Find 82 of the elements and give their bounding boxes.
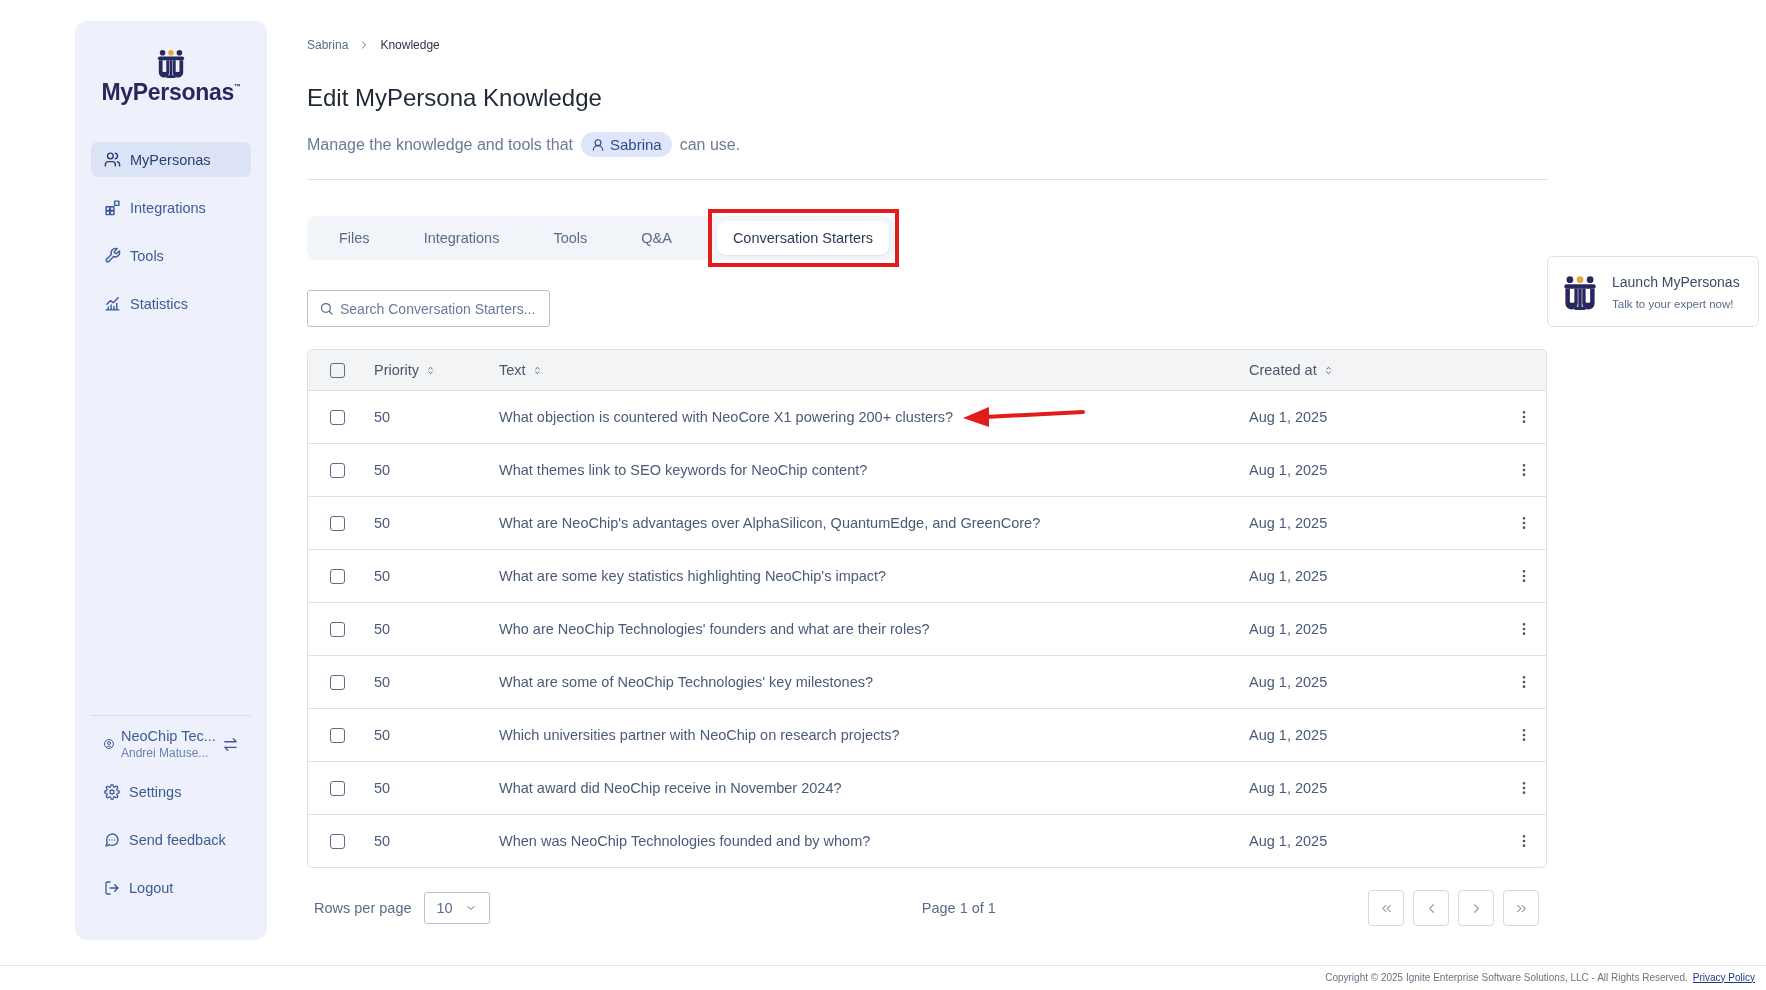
tab[interactable]: Integrations (396, 221, 527, 255)
priority-cell-text: 50 (374, 409, 392, 425)
date-cell-text: Aug 1, 2025 (1249, 409, 1329, 425)
priority-cell-text: 50 (374, 833, 392, 849)
subtitle-text: Manage the knowledge and tools that (307, 135, 573, 154)
tab[interactable]: Files (312, 221, 397, 255)
priority-cell-text: 50 (374, 780, 392, 796)
subtitle-text: can use. (679, 135, 741, 154)
sidebar-item[interactable]: Integrations (91, 190, 251, 225)
person-icon (590, 137, 605, 152)
sidebar-item[interactable]: Logout (91, 870, 251, 905)
date-cell-text: Aug 1, 2025 (1249, 727, 1329, 743)
text-cell: Who are NeoChip Technologies' founders and what are their roles? (499, 621, 930, 637)
copyright-text: Copyright © 2025 Ignite Enterprise Software Solutions, LLC - All Rights Reserved. (1325, 971, 1688, 983)
page-title: Edit MyPersona Knowledge (307, 84, 603, 112)
breadcrumb-current: Knowledge (380, 38, 440, 52)
sidebar-item[interactable]: Tools (91, 238, 251, 273)
launch-card[interactable]: Launch MyPersonas Talk to your expert now! (1547, 256, 1759, 327)
privacy-policy-link[interactable]: Privacy Policy (1692, 971, 1755, 983)
text-cell: What are NeoChip's advantages over AlphaSilicon, QuantumEdge, and GreenCore? (499, 515, 1041, 531)
row-checkbox[interactable] (330, 515, 345, 531)
swap-icon (222, 735, 239, 753)
priority-cell-text: 50 (374, 727, 392, 743)
text-cell: When was NeoChip Technologies founded and by whom? (499, 833, 871, 849)
text-cell: What objection is countered with NeoCore X1 powering 200+ clusters? (499, 409, 954, 425)
priority-cell-text: 50 (374, 568, 392, 584)
row-checkbox[interactable] (330, 833, 345, 849)
breadcrumb-link[interactable]: Sabrina (307, 38, 349, 52)
row-checkbox[interactable] (330, 409, 345, 425)
date-cell-text: Aug 1, 2025 (1249, 833, 1329, 849)
user-name: Andrei Matuse... (121, 746, 210, 760)
wrench-icon (104, 247, 121, 264)
date-cell-text: Aug 1, 2025 (1249, 780, 1329, 796)
sidebar-item[interactable]: MyPersonas (91, 142, 251, 177)
launch-title: Launch MyPersonas (1612, 273, 1740, 290)
logo-wordmark: MyPersonas (101, 79, 234, 106)
persona-chip: Sabrina (580, 132, 672, 157)
text-cell: What themes link to SEO keywords for NeoChip content? (499, 462, 868, 478)
priority-cell-text: 50 (374, 462, 392, 478)
chat-bubble-icon (104, 831, 120, 848)
chart-icon (104, 295, 121, 312)
row-checkbox[interactable] (330, 462, 345, 478)
row-checkbox[interactable] (330, 674, 345, 690)
text-cell: What are some of NeoChip Technologies' key milestones? (499, 674, 874, 690)
rows-per-page-select[interactable]: 10 (423, 892, 490, 924)
row-checkbox[interactable] (330, 727, 345, 743)
tab[interactable]: Q&A (614, 221, 699, 255)
row-checkbox[interactable] (330, 568, 345, 584)
people-icon (104, 151, 121, 168)
switch-account-button[interactable] (222, 735, 239, 753)
text-cell: What are some key statistics highlighting NeoChip's impact? (499, 568, 887, 584)
text-cell: Which universities partner with NeoChip on research projects? (499, 727, 900, 743)
user-circle-icon (103, 738, 115, 750)
select-all-checkbox[interactable] (330, 362, 345, 378)
tab[interactable]: Tools (526, 221, 615, 255)
date-cell-text: Aug 1, 2025 (1249, 515, 1329, 531)
column-header[interactable]: Text (499, 362, 526, 378)
row-checkbox[interactable] (330, 621, 345, 637)
column-header[interactable]: Created at (1249, 362, 1317, 378)
tab[interactable]: Conversation Starters (716, 221, 890, 255)
page-indicator: Page 1 of 1 (920, 900, 997, 916)
sidebar-item[interactable]: Send feedback (91, 822, 251, 857)
search-field[interactable]: Search Conversation Starters... (307, 290, 550, 327)
column-header[interactable]: Priority (374, 362, 420, 378)
priority-cell-text: 50 (374, 515, 392, 531)
sidebar-item[interactable]: Settings (91, 774, 251, 809)
rows-per-page-label: Rows per page (314, 900, 412, 916)
date-cell-text: Aug 1, 2025 (1249, 462, 1329, 478)
launch-subtitle: Talk to your expert now! (1612, 297, 1735, 310)
date-cell-text: Aug 1, 2025 (1249, 674, 1329, 690)
settings-icon (104, 783, 120, 800)
priority-cell-text: 50 (374, 674, 392, 690)
row-checkbox[interactable] (330, 780, 345, 796)
date-cell-text: Aug 1, 2025 (1249, 621, 1329, 637)
organization-name: NeoChip Tec... (121, 728, 216, 744)
sidebar-item[interactable]: Statistics (91, 286, 251, 321)
text-cell: What award did NeoChip receive in November 2024? (499, 780, 842, 796)
logo-icon (156, 47, 186, 79)
logout-icon (104, 879, 120, 896)
grid-icon (104, 199, 121, 216)
priority-cell-text: 50 (374, 621, 392, 637)
date-cell-text: Aug 1, 2025 (1249, 568, 1329, 584)
